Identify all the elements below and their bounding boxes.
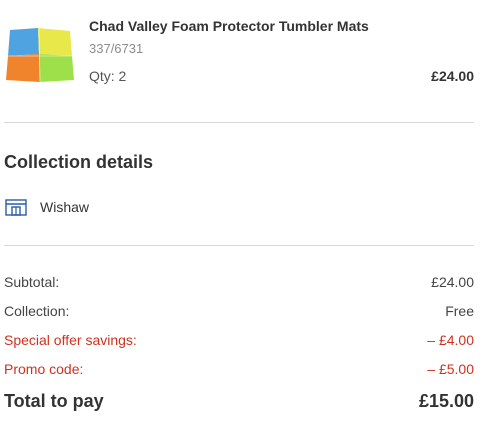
product-code: 337/6731 (89, 41, 144, 56)
subtotal-label: Subtotal: (4, 274, 60, 290)
product-name[interactable]: Chad Valley Foam Protector Tumbler Mats (89, 18, 369, 34)
mat-tile-blue (8, 28, 39, 56)
subtotal-value: £24.00 (431, 274, 474, 290)
collection-store-name: Wishaw (40, 199, 90, 215)
total-label: Total to pay (4, 391, 104, 411)
total-row: Total to pay £15.00 (4, 391, 474, 417)
special-offer-savings-label: Special offer savings: (4, 332, 137, 348)
basket-item: Chad Valley Foam Protector Tumbler Mats … (4, 18, 474, 94)
mat-tile-yellow (38, 28, 72, 56)
store-icon (5, 199, 27, 216)
divider (4, 245, 474, 246)
collection-cost-value: Free (445, 303, 474, 319)
divider (4, 122, 474, 123)
collection-cost-row: Collection: Free (4, 303, 474, 323)
total-value: £15.00 (418, 391, 474, 411)
product-price: £24.00 (431, 68, 474, 84)
promo-code-value: – £5.00 (427, 361, 474, 377)
collection-cost-label: Collection: (4, 303, 70, 319)
product-image[interactable] (4, 26, 74, 84)
mat-tile-green (39, 54, 74, 82)
mat-tile-orange (6, 54, 40, 82)
special-offer-savings-value: – £4.00 (427, 332, 474, 348)
subtotal-row: Subtotal: £24.00 (4, 274, 474, 294)
special-offer-savings-row: Special offer savings: – £4.00 (4, 332, 474, 352)
promo-code-label: Promo code: (4, 361, 84, 377)
promo-code-row: Promo code: – £5.00 (4, 361, 474, 381)
collection-details-heading: Collection details (4, 152, 154, 172)
product-quantity: Qty: 2 (89, 68, 127, 84)
